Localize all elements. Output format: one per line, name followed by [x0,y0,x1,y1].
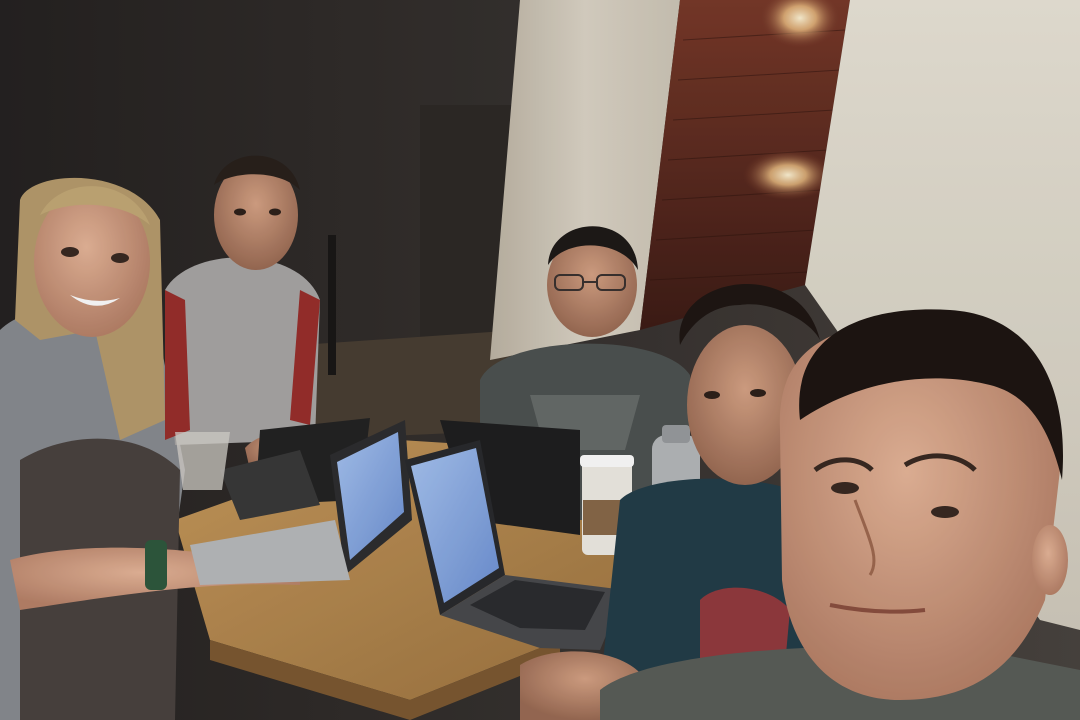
photo-illustration [0,0,1080,720]
vignette [0,0,1080,720]
photo-scene [0,0,1080,720]
